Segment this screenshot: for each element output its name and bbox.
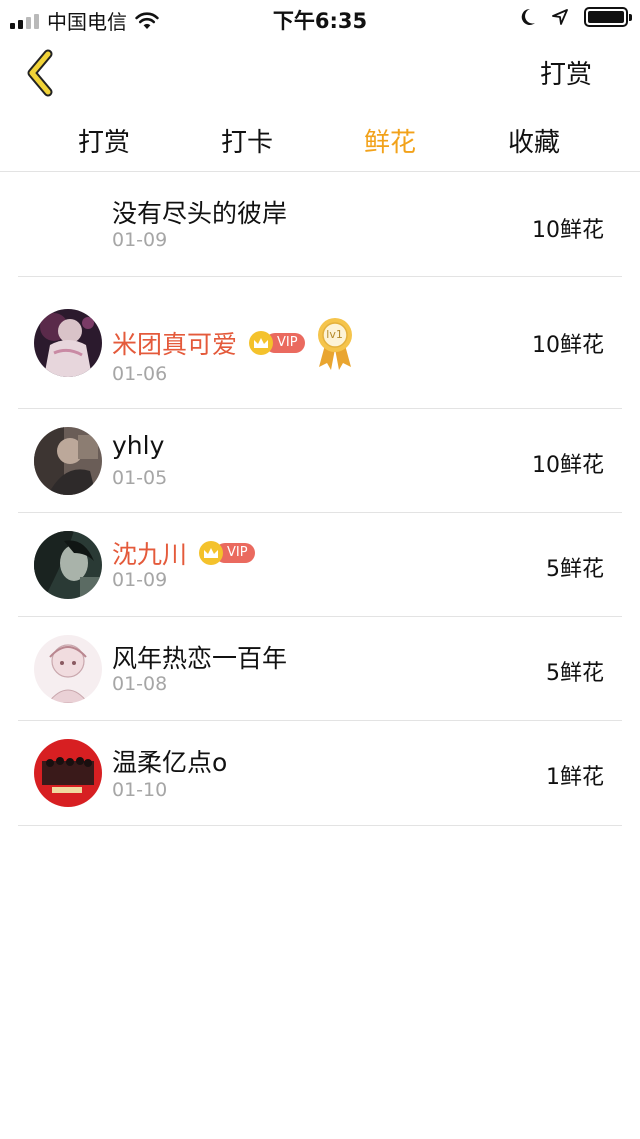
avatar[interactable] bbox=[34, 739, 102, 807]
moon-icon bbox=[521, 8, 535, 25]
status-right bbox=[520, 7, 632, 27]
flower-amount: 10鲜花 bbox=[532, 333, 604, 358]
flower-amount: 10鲜花 bbox=[532, 218, 604, 243]
date-label: 01-05 bbox=[112, 467, 168, 489]
date-label: 01-10 bbox=[112, 779, 168, 801]
tab-flowers[interactable]: 鲜花 bbox=[340, 122, 440, 159]
user-name: yhly bbox=[112, 431, 165, 460]
medal-icon: lv1 bbox=[315, 315, 355, 371]
avatar[interactable] bbox=[34, 309, 102, 377]
list-item[interactable]: 风年热恋一百年 01-08 5鲜花 bbox=[18, 617, 622, 721]
date-label: 01-08 bbox=[112, 673, 168, 695]
name-line: 没有尽头的彼岸 bbox=[112, 194, 287, 230]
user-name: 米团真可爱 bbox=[112, 330, 238, 359]
user-name: 没有尽头的彼岸 bbox=[112, 199, 288, 228]
name-line: yhly bbox=[112, 431, 164, 460]
avatar[interactable] bbox=[34, 635, 102, 703]
avatar[interactable] bbox=[34, 531, 102, 599]
list-item[interactable]: yhly 01-05 10鲜花 bbox=[18, 409, 622, 513]
user-name: 沈九川 bbox=[112, 540, 188, 569]
list-item[interactable]: 沈九川 VIP 01-09 5鲜花 bbox=[18, 513, 622, 617]
back-button[interactable] bbox=[22, 48, 62, 98]
location-arrow-icon bbox=[552, 9, 568, 25]
vip-badge: VIP bbox=[249, 331, 305, 355]
flower-list: 没有尽头的彼岸 01-09 10鲜花 米团真可爱 VIP lv1 01-06 1… bbox=[0, 172, 640, 826]
tab-checkin[interactable]: 打卡 bbox=[197, 122, 297, 159]
nav-bar: 打赏 bbox=[0, 36, 640, 108]
date-label: 01-06 bbox=[112, 363, 168, 385]
vip-badge: VIP bbox=[199, 541, 255, 565]
user-name: 风年热恋一百年 bbox=[112, 644, 288, 673]
flower-amount: 5鲜花 bbox=[546, 557, 604, 582]
reward-action-button[interactable]: 打赏 bbox=[540, 54, 592, 91]
battery-icon bbox=[584, 7, 632, 27]
status-bar: 中国电信 下午6:35 bbox=[0, 0, 640, 36]
user-name: 温柔亿点o bbox=[112, 748, 228, 777]
name-line: 温柔亿点o bbox=[112, 743, 227, 779]
list-item[interactable]: 没有尽头的彼岸 01-09 10鲜花 bbox=[18, 172, 622, 277]
date-label: 01-09 bbox=[112, 569, 168, 591]
avatar[interactable] bbox=[34, 427, 102, 495]
name-line: 风年热恋一百年 bbox=[112, 639, 287, 675]
tab-favorites[interactable]: 收藏 bbox=[484, 122, 584, 159]
flower-amount: 5鲜花 bbox=[546, 661, 604, 686]
crown-icon bbox=[249, 331, 274, 355]
level-label: lv1 bbox=[326, 328, 343, 341]
tab-bar: 打赏 打卡 鲜花 收藏 bbox=[0, 108, 640, 172]
name-line: 沈九川 VIP bbox=[112, 535, 255, 571]
crown-icon bbox=[199, 541, 224, 565]
list-item[interactable]: 米团真可爱 VIP lv1 01-06 10鲜花 bbox=[18, 277, 622, 409]
date-label: 01-09 bbox=[112, 229, 168, 251]
list-item[interactable]: 温柔亿点o 01-10 1鲜花 bbox=[18, 721, 622, 826]
flower-amount: 1鲜花 bbox=[546, 765, 604, 790]
flower-amount: 10鲜花 bbox=[532, 453, 604, 478]
chevron-left-icon bbox=[27, 49, 53, 97]
tab-reward[interactable]: 打赏 bbox=[54, 122, 154, 159]
